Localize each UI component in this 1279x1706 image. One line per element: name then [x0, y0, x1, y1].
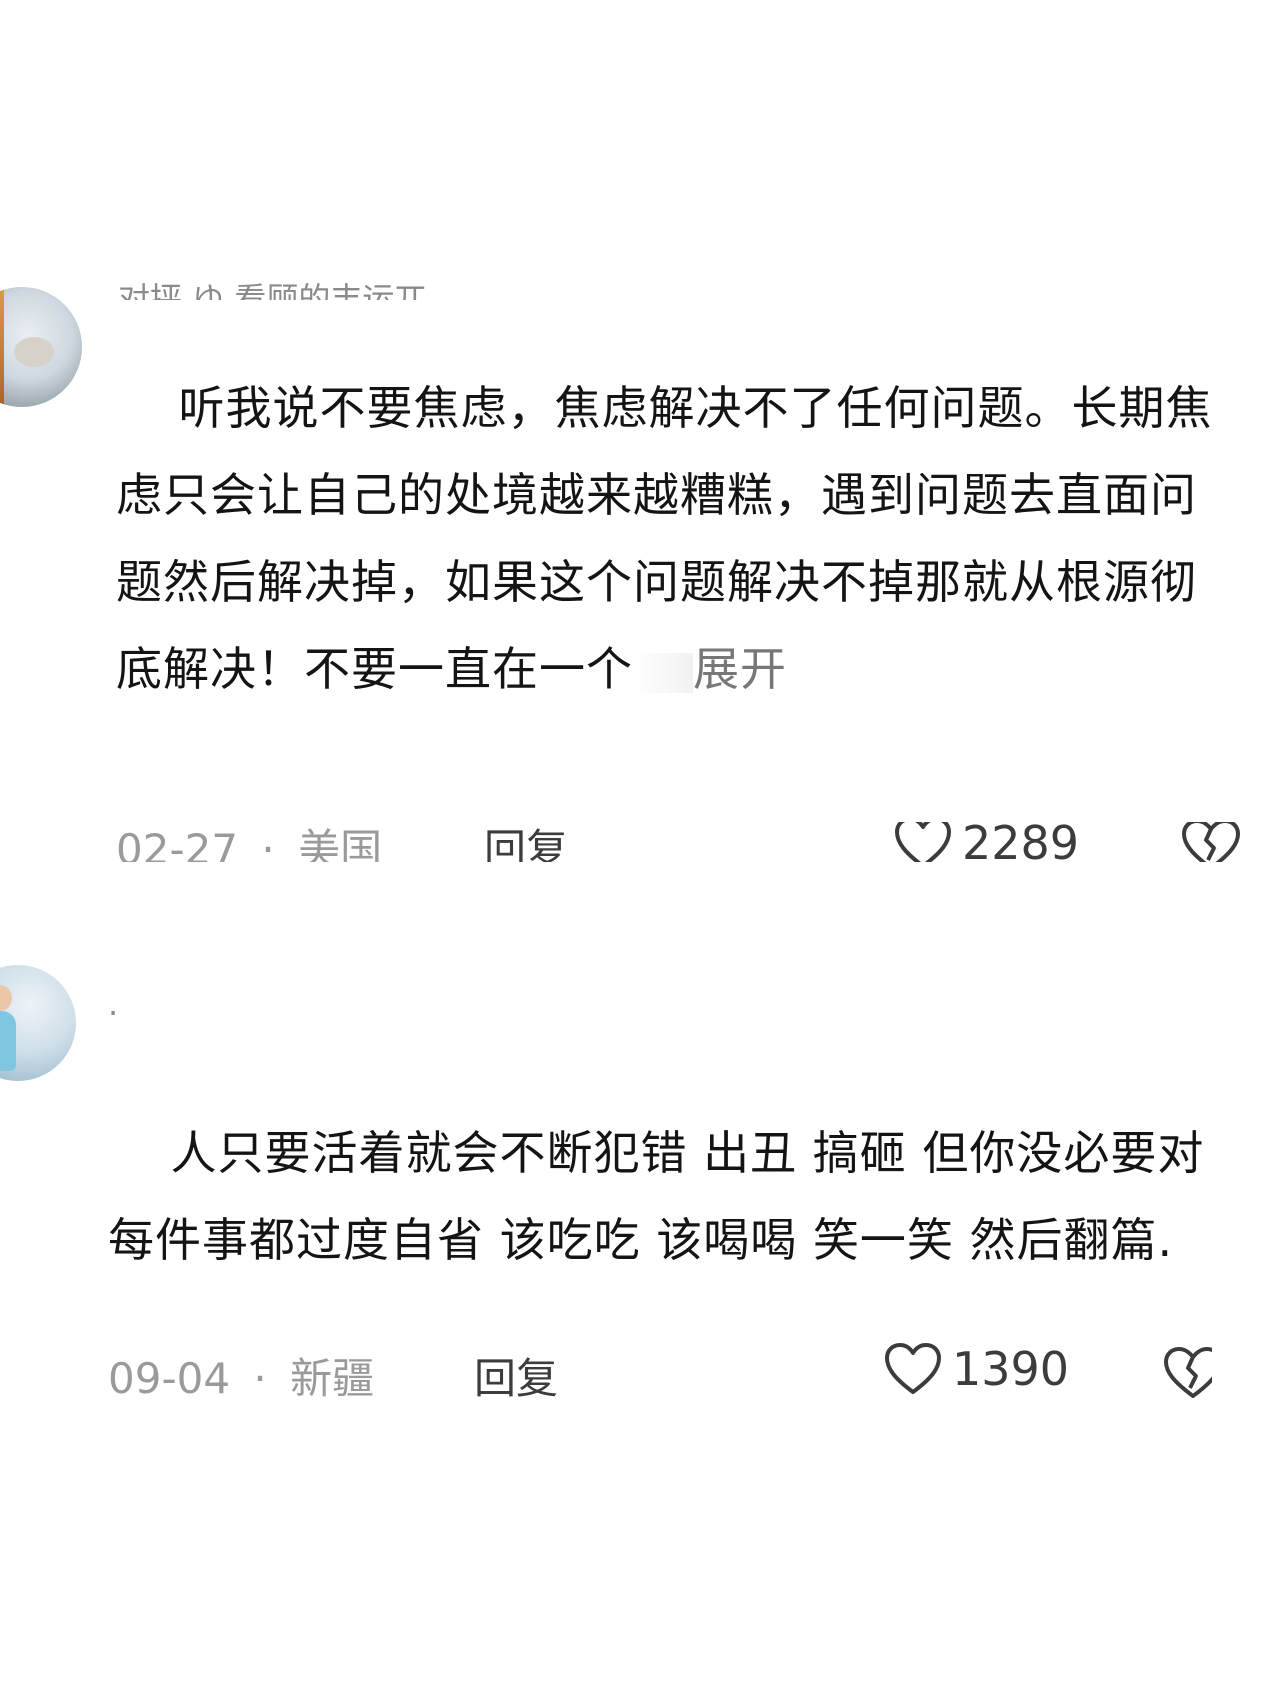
- user-avatar-icon[interactable]: [0, 287, 82, 407]
- reply-button[interactable]: 回复: [474, 1345, 558, 1406]
- comment-text: 听我说不要焦虑，焦虑解决不了任何问题。长期焦虑只会让自己的处境越来越糟糕，遇到问…: [116, 278, 1216, 718]
- comment-location: 新疆: [290, 1354, 375, 1403]
- comment-date: 09-04: [108, 1354, 231, 1403]
- dislike-button[interactable]: [1162, 1346, 1212, 1404]
- comment-location: 美国: [298, 825, 383, 862]
- reply-button[interactable]: 回复: [484, 822, 568, 862]
- dislike-button[interactable]: [1180, 822, 1242, 862]
- meta-separator: ·: [261, 825, 275, 862]
- like-button[interactable]: 1390: [884, 1342, 1069, 1396]
- comment-text-content: 听我说不要焦虑，焦虑解决不了任何问题。长期焦虑只会让自己的处境越来越糟糕，遇到问…: [116, 381, 1213, 696]
- like-button[interactable]: 2289: [894, 822, 1079, 862]
- comment-item: 对抨 ゆ 看顾的丰运兀 听我说不要焦虑，焦虑解决不了任何问题。长期焦虑只会让自己…: [0, 278, 1279, 862]
- broken-heart-icon: [1182, 822, 1240, 862]
- broken-heart-icon: [1164, 1347, 1212, 1398]
- user-avatar-icon[interactable]: [0, 965, 76, 1081]
- like-count: 2289: [962, 822, 1080, 862]
- meta-separator: ·: [253, 1354, 267, 1403]
- expand-button[interactable]: 展开: [693, 642, 787, 696]
- comment-meta-row: 02-27 · 美国 回复 2289: [0, 822, 1279, 862]
- comment-text-content: 人只要活着就会不断犯错 出丑 搞砸 但你没必要对每件事都过度自省 该吃吃 该喝喝…: [108, 1126, 1205, 1267]
- comment-date: 02-27: [116, 825, 239, 862]
- heart-icon: [895, 822, 951, 862]
- comment-item: . 人只要活着就会不断犯错 出丑 搞砸 但你没必要对每件事都过度自省 该吃吃 该…: [0, 965, 1279, 1425]
- heart-icon: [885, 1343, 941, 1394]
- expand-fade: [633, 652, 693, 693]
- comment-meta: 02-27 · 美国: [116, 822, 382, 862]
- like-count: 1390: [952, 1342, 1070, 1396]
- comment-meta: 09-04 · 新疆: [108, 1345, 374, 1406]
- comment-username[interactable]: .: [108, 985, 148, 1025]
- comment-text: 人只要活着就会不断犯错 出丑 搞砸 但你没必要对每件事都过度自省 该吃吃 该喝喝…: [108, 1023, 1223, 1293]
